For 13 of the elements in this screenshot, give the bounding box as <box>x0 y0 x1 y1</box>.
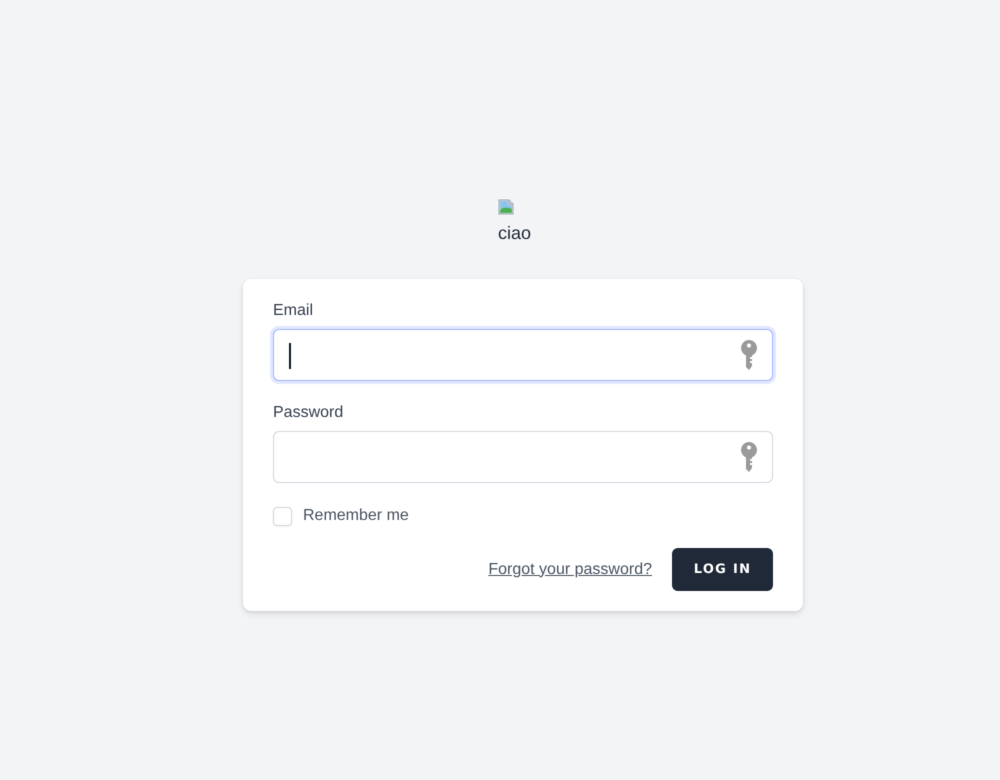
field-label: Email <box>273 301 314 321</box>
checkbox-label: Remember me <box>303 506 409 526</box>
input-field[interactable] <box>273 431 773 483</box>
login-button[interactable]: LOG IN <box>672 548 773 591</box>
logo-alt-text: ciao <box>498 222 532 245</box>
input-field[interactable] <box>273 329 773 381</box>
key-icon[interactable] <box>741 340 757 370</box>
key-icon[interactable] <box>741 442 757 472</box>
broken-image-icon <box>498 199 514 215</box>
checkbox[interactable] <box>273 506 292 526</box>
forgot-password-link[interactable]: Forgot your password? <box>488 560 652 578</box>
field-label: Password <box>273 403 344 423</box>
text-cursor <box>289 343 291 369</box>
